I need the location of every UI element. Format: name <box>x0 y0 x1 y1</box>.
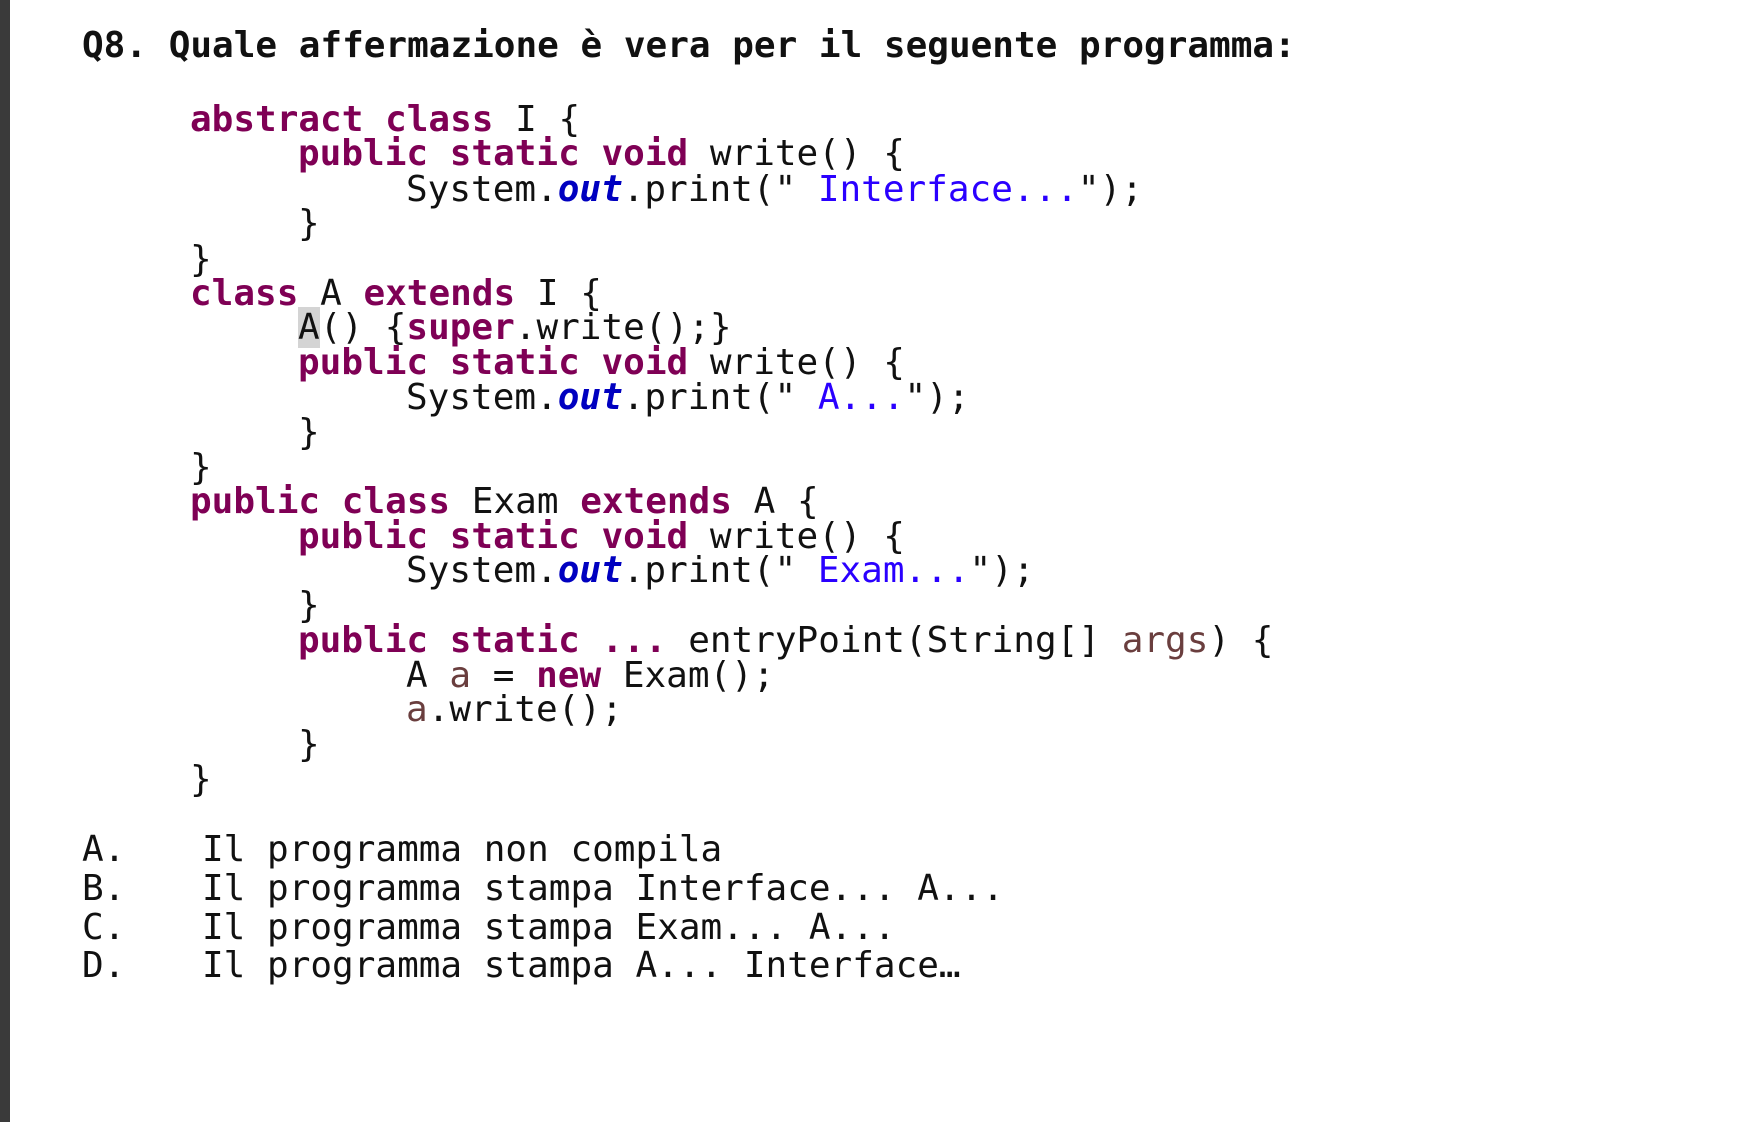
print-call: .print(" <box>622 169 797 210</box>
var-a: a <box>406 689 428 730</box>
page: Q8. Quale affermazione è vera per il seg… <box>0 0 1752 1122</box>
method-write: write() <box>709 133 862 174</box>
string-interface: Interface... <box>796 169 1078 210</box>
print-call: .print(" <box>622 377 797 418</box>
string-a: A... <box>796 377 905 418</box>
out-field: out <box>557 169 623 210</box>
system-ref: System. <box>406 377 558 418</box>
param-args: args <box>1121 620 1209 661</box>
answer-letter: B. <box>82 868 126 909</box>
answer-d[interactable]: D. Il programma stampa A... Interface… <box>82 946 961 986</box>
code-line-4: } <box>298 203 320 244</box>
print-call: .print(" <box>622 550 797 591</box>
answer-text: Il programma stampa Interface... A... <box>202 868 1004 909</box>
a-write-call: .write(); <box>427 689 623 730</box>
answer-c[interactable]: C. Il programma stampa Exam... A... <box>82 908 896 948</box>
code-line-2: public static void write() { <box>298 133 905 174</box>
answer-text: Il programma stampa A... Interface… <box>202 945 961 986</box>
answer-text: Il programma non compila <box>202 829 723 870</box>
answer-letter: C. <box>82 907 126 948</box>
code-line-9: System.out.print(" A..."); <box>406 377 970 418</box>
code-line-19: } <box>298 724 320 765</box>
kw-static: static <box>449 133 580 174</box>
code-line-20: } <box>190 759 212 800</box>
exam-constructor-call: Exam(); <box>622 655 775 696</box>
code-line-14: System.out.print(" Exam..."); <box>406 550 1035 591</box>
system-ref: System. <box>406 550 558 591</box>
kw-public: public <box>298 133 429 174</box>
answer-letter: A. <box>82 829 126 870</box>
answer-letter: D. <box>82 945 126 986</box>
code-line-10: } <box>298 412 320 453</box>
out-field: out <box>557 377 623 418</box>
answer-b[interactable]: B. Il programma stampa Interface... A... <box>82 869 1004 909</box>
system-ref: System. <box>406 169 558 210</box>
answer-a[interactable]: A. Il programma non compila <box>82 830 722 870</box>
document-sheet: Q8. Quale affermazione è vera per il seg… <box>10 0 1752 1122</box>
question-title: Q8. Quale affermazione è vera per il seg… <box>82 25 1296 66</box>
kw-void: void <box>601 133 689 174</box>
string-exam: Exam... <box>796 550 970 591</box>
kw-class: class <box>190 273 299 314</box>
code-line-18: a.write(); <box>406 690 623 730</box>
answer-text: Il programma stampa Exam... A... <box>202 907 896 948</box>
out-field: out <box>557 550 623 591</box>
code-line-3: System.out.print(" Interface..."); <box>406 169 1143 210</box>
